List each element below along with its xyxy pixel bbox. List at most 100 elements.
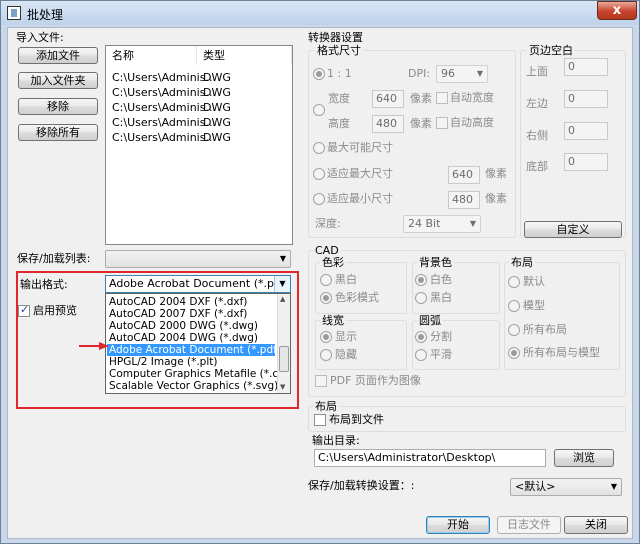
lineweight-hide-radio[interactable] <box>320 349 332 361</box>
layout-options-label: 布局 <box>509 256 535 269</box>
fit-min-field[interactable]: 480 <box>448 191 480 209</box>
arc-group: 圆弧 <box>412 314 500 370</box>
convert-settings-value: <默认> <box>515 480 556 493</box>
margin-right-label: 右侧 <box>526 129 548 142</box>
remove-button[interactable]: 移除 <box>18 98 98 115</box>
column-header-name[interactable]: 名称 <box>106 46 197 65</box>
chevron-down-icon: ▼ <box>610 482 617 491</box>
dpi-value: 96 <box>441 67 455 80</box>
lineweight-show-label: 显示 <box>335 330 357 343</box>
file-row[interactable]: C:\Users\Adminis... DWG <box>107 100 292 115</box>
layout-model-label: 模型 <box>523 299 545 312</box>
auto-width-checkbox[interactable] <box>436 92 448 104</box>
highlight-box <box>16 271 299 409</box>
width-label: 宽度 <box>328 92 350 105</box>
convert-settings-dropdown[interactable]: <默认> ▼ <box>510 478 622 496</box>
file-type: DWG <box>203 71 231 84</box>
margin-top-field[interactable]: 0 <box>564 58 608 76</box>
chevron-down-icon: ▼ <box>469 219 476 228</box>
background-bw-radio[interactable] <box>415 292 427 304</box>
auto-width-label: 自动宽度 <box>450 91 494 104</box>
color-bw-label: 黑白 <box>335 273 357 286</box>
lineweight-group: 线宽 <box>315 314 407 370</box>
fit-max-field[interactable]: 640 <box>448 166 480 184</box>
margin-bottom-field[interactable]: 0 <box>564 153 608 171</box>
remove-all-button[interactable]: 移除所有 <box>18 124 98 141</box>
save-load-list-dropdown[interactable]: ▼ <box>105 250 291 268</box>
import-files-label: 导入文件: <box>16 31 64 44</box>
lineweight-show-radio[interactable] <box>320 331 332 343</box>
file-row[interactable]: C:\Users\Adminis... DWG <box>107 70 292 85</box>
fit-max-unit-label: 像素 <box>485 167 507 180</box>
margin-top-label: 上面 <box>526 65 548 78</box>
title-bar[interactable]: 批处理 x <box>1 1 639 25</box>
batch-window: 批处理 x 导入文件: 添加文件 加入文件夹 移除 移除所有 名称 类型 C:\… <box>0 0 640 544</box>
fit-min-unit-label: 像素 <box>485 192 507 205</box>
max-possible-radio[interactable] <box>313 142 325 154</box>
add-folder-button[interactable]: 加入文件夹 <box>18 72 98 89</box>
layout-all-radio[interactable] <box>508 324 520 336</box>
ratio-radio[interactable] <box>313 68 325 80</box>
auto-height-checkbox[interactable] <box>436 117 448 129</box>
fit-min-radio[interactable] <box>313 193 325 205</box>
margin-right-field[interactable]: 0 <box>564 122 608 140</box>
file-type: DWG <box>203 101 231 114</box>
height-field[interactable]: 480 <box>372 115 404 133</box>
converter-settings-label: 转换器设置 <box>308 31 363 44</box>
arc-split-radio[interactable] <box>415 331 427 343</box>
dpi-dropdown[interactable]: 96 ▼ <box>436 65 488 83</box>
log-file-button[interactable]: 日志文件 <box>497 516 561 534</box>
layout-default-radio[interactable] <box>508 276 520 288</box>
file-name: C:\Users\Adminis... <box>112 86 216 99</box>
custom-button[interactable]: 自定义 <box>524 221 622 238</box>
app-icon <box>7 6 21 20</box>
file-row[interactable]: C:\Users\Adminis... DWG <box>107 85 292 100</box>
layout-all-model-label: 所有布局与模型 <box>523 346 600 359</box>
layout-to-file-label: 布局到文件 <box>329 413 384 426</box>
file-row[interactable]: C:\Users\Adminis... DWG <box>107 115 292 130</box>
color-label: 色彩 <box>320 256 346 269</box>
height-unit-label: 像素 <box>410 117 432 130</box>
margin-left-field[interactable]: 0 <box>564 90 608 108</box>
ratio-label: 1 : 1 <box>327 67 352 80</box>
file-type: DWG <box>203 86 231 99</box>
pdf-as-image-label: PDF 页面作为图像 <box>330 374 421 387</box>
save-load-list-label: 保存/加载列表: <box>17 252 91 265</box>
output-dir-label: 输出目录: <box>312 434 360 447</box>
custom-size-radio[interactable] <box>313 104 325 116</box>
color-bw-radio[interactable] <box>320 274 332 286</box>
window-close-button[interactable]: x <box>597 1 637 20</box>
pdf-as-image-checkbox[interactable] <box>315 375 327 387</box>
dpi-label: DPI: <box>408 67 431 80</box>
layout-to-file-checkbox[interactable] <box>314 414 326 426</box>
color-group: 色彩 <box>315 256 407 314</box>
browse-button[interactable]: 浏览 <box>554 449 614 467</box>
arc-label: 圆弧 <box>417 314 443 327</box>
layout-model-radio[interactable] <box>508 300 520 312</box>
margin-left-label: 左边 <box>526 97 548 110</box>
column-header-type[interactable]: 类型 <box>197 46 292 65</box>
color-mode-radio[interactable] <box>320 292 332 304</box>
background-white-radio[interactable] <box>415 274 427 286</box>
background-white-label: 白色 <box>430 273 452 286</box>
output-dir-field[interactable]: C:\Users\Administrator\Desktop\ <box>314 449 546 467</box>
background-group: 背景色 <box>412 256 500 314</box>
file-name: C:\Users\Adminis... <box>112 101 216 114</box>
layout-all-model-radio[interactable] <box>508 347 520 359</box>
file-list[interactable]: 名称 类型 C:\Users\Adminis... DWG C:\Users\Ad… <box>105 45 293 245</box>
width-unit-label: 像素 <box>410 92 432 105</box>
fit-max-radio[interactable] <box>313 168 325 180</box>
fit-max-label: 适应最大尺寸 <box>327 167 393 180</box>
max-possible-label: 最大可能尺寸 <box>327 141 393 154</box>
chevron-down-icon: ▼ <box>279 254 286 263</box>
close-button[interactable]: 关闭 <box>564 516 628 534</box>
dialog-client: 导入文件: 添加文件 加入文件夹 移除 移除所有 名称 类型 C:\Users\… <box>7 27 633 539</box>
fit-min-label: 适应最小尺寸 <box>327 192 393 205</box>
depth-dropdown[interactable]: 24 Bit ▼ <box>403 215 481 233</box>
width-field[interactable]: 640 <box>372 90 404 108</box>
start-button[interactable]: 开始 <box>426 516 490 534</box>
margins-label: 页边空白 <box>527 44 575 57</box>
add-file-button[interactable]: 添加文件 <box>18 47 98 64</box>
file-row[interactable]: C:\Users\Adminis... DWG <box>107 130 292 145</box>
arc-smooth-radio[interactable] <box>415 349 427 361</box>
